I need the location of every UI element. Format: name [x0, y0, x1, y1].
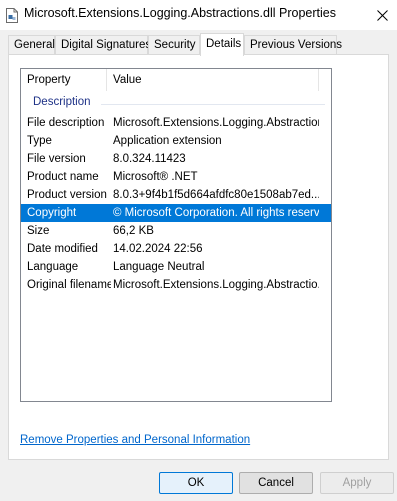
property-value: 8.0.3+9f4b1f5d664afdfc80e1508ab7ed...: [113, 189, 319, 201]
property-value: 8.0.324.11423: [113, 153, 186, 165]
tab-security[interactable]: Security: [148, 35, 200, 55]
ok-button[interactable]: OK: [159, 472, 233, 494]
property-value: 66,2 KB: [113, 225, 154, 237]
property-name: Product version: [27, 189, 107, 201]
remove-properties-link[interactable]: Remove Properties and Personal Informati…: [20, 434, 250, 446]
list-item[interactable]: Size 66,2 KB: [21, 222, 331, 240]
property-value: Microsoft® .NET: [113, 171, 198, 183]
title-bar[interactable]: Microsoft.Extensions.Logging.Abstraction…: [0, 0, 397, 30]
property-name: File description: [27, 117, 105, 129]
property-value: Language Neutral: [113, 261, 205, 273]
property-name: Type: [27, 135, 52, 147]
property-name: Date modified: [27, 243, 98, 255]
list-item[interactable]: Date modified 14.02.2024 22:56: [21, 240, 331, 258]
property-name: Product name: [27, 171, 99, 183]
property-name: File version: [27, 153, 86, 165]
tab-details[interactable]: Details: [200, 33, 244, 56]
property-value: Microsoft.Extensions.Logging.Abstraction…: [113, 117, 319, 129]
property-value: 14.02.2024 22:56: [113, 243, 203, 255]
property-value: Microsoft.Extensions.Logging.Abstractio.…: [113, 279, 319, 291]
list-item[interactable]: File description Microsoft.Extensions.Lo…: [21, 114, 331, 132]
property-name: Original filename: [27, 279, 111, 291]
tab-previous-versions[interactable]: Previous Versions: [244, 35, 342, 55]
properties-window: Microsoft.Extensions.Logging.Abstraction…: [0, 0, 397, 501]
list-header: Property Value: [21, 69, 331, 91]
close-icon: [376, 9, 388, 21]
column-header-value[interactable]: Value: [107, 69, 319, 91]
property-value: © Microsoft Corporation. All rights rese…: [113, 207, 319, 219]
cancel-button[interactable]: Cancel: [239, 472, 313, 494]
group-divider: [101, 104, 325, 105]
details-list[interactable]: Property Value Description File descript…: [20, 68, 332, 402]
list-item[interactable]: Language Language Neutral: [21, 258, 331, 276]
apply-button[interactable]: Apply: [320, 472, 394, 494]
window-title: Microsoft.Extensions.Logging.Abstraction…: [24, 6, 336, 20]
list-item[interactable]: File version 8.0.324.11423: [21, 150, 331, 168]
list-item-selected[interactable]: Copyright © Microsoft Corporation. All r…: [21, 204, 331, 222]
list-item[interactable]: Product name Microsoft® .NET: [21, 168, 331, 186]
column-header-property[interactable]: Property: [21, 69, 107, 91]
group-description: Description: [21, 95, 331, 113]
list-item[interactable]: Original filename Microsoft.Extensions.L…: [21, 276, 331, 294]
details-panel: Property Value Description File descript…: [8, 54, 389, 460]
property-value: Application extension: [113, 135, 222, 147]
list-item[interactable]: Product version 8.0.3+9f4b1f5d664afdfc80…: [21, 186, 331, 204]
property-name: Language: [27, 261, 79, 273]
property-name: Size: [27, 225, 50, 237]
document-icon: [6, 8, 18, 23]
tab-general[interactable]: General: [8, 35, 55, 55]
list-item[interactable]: Type Application extension: [21, 132, 331, 150]
property-name: Copyright: [27, 207, 77, 219]
tab-digital-signatures[interactable]: Digital Signatures: [55, 35, 151, 55]
group-label: Description: [33, 96, 91, 108]
close-button[interactable]: [367, 0, 397, 30]
